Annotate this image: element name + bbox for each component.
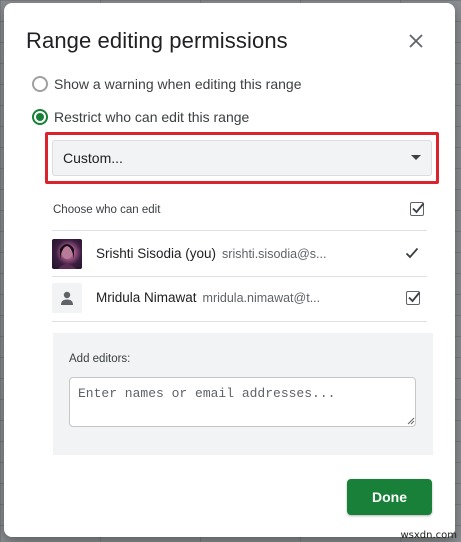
user-row: Mridula Nimawat mridula.nimawat@t... (52, 278, 427, 318)
user-name-label: Srishti Sisodia (you) srishti.sisodia@s..… (96, 246, 326, 261)
divider (52, 321, 427, 322)
add-editors-input[interactable] (69, 377, 416, 427)
watermark: wsxdn.com (400, 530, 457, 541)
option-restrict[interactable]: Restrict who can edit this range (32, 109, 249, 125)
user-email: mridula.nimawat@t... (202, 291, 321, 305)
radio-show-warning[interactable] (32, 76, 48, 92)
close-button[interactable] (404, 29, 428, 53)
restrict-select[interactable]: Custom... (52, 140, 432, 176)
resize-grip-icon[interactable] (407, 417, 415, 425)
close-icon (409, 34, 423, 48)
avatar (52, 283, 82, 313)
check-icon (408, 291, 421, 303)
user-name: Srishti Sisodia (you) (96, 246, 217, 261)
avatar (52, 239, 82, 269)
user-edit-check[interactable] (405, 246, 419, 265)
check-icon (412, 202, 425, 214)
range-permissions-dialog: Range editing permissions Show a warning… (4, 3, 455, 537)
option-restrict-label: Restrict who can edit this range (54, 109, 250, 125)
user-name: Mridula Nimawat (96, 290, 197, 305)
user-name-label: Mridula Nimawat mridula.nimawat@t... (96, 290, 320, 305)
choose-who-can-edit-label: Choose who can edit (53, 204, 161, 216)
divider (52, 230, 427, 231)
restrict-select-value: Custom... (63, 150, 123, 166)
done-button[interactable]: Done (347, 479, 432, 515)
option-show-warning[interactable]: Show a warning when editing this range (32, 76, 302, 92)
select-all-checkbox[interactable] (410, 202, 425, 216)
add-editors-panel: Add editors: (53, 333, 433, 455)
option-show-warning-label: Show a warning when editing this range (54, 76, 302, 92)
user-row: Srishti Sisodia (you) srishti.sisodia@s..… (52, 234, 427, 274)
person-icon (61, 291, 73, 305)
chevron-down-icon (411, 155, 421, 160)
check-icon (405, 247, 419, 259)
dialog-title: Range editing permissions (26, 28, 288, 53)
divider (52, 276, 427, 277)
user-email: srishti.sisodia@s... (222, 247, 327, 261)
user-edit-checkbox[interactable] (406, 291, 421, 305)
profile-photo-icon (58, 244, 76, 269)
add-editors-label: Add editors: (69, 353, 131, 365)
radio-restrict[interactable] (32, 109, 48, 125)
